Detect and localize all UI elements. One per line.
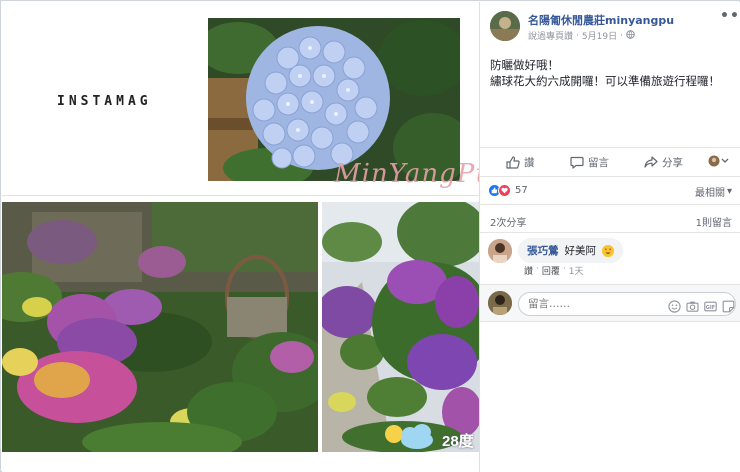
screenshot-frame: INSTAMAG MinYangPu 28度 名陽匍休閒農莊minyangpu … <box>0 0 740 472</box>
more-icon[interactable]: ••• <box>720 8 740 24</box>
camera-icon[interactable] <box>686 298 699 312</box>
comment-composer: GIF <box>480 284 740 322</box>
sun-icon <box>385 425 403 443</box>
reaction-selector[interactable] <box>708 155 730 170</box>
meta-dot: · <box>620 30 623 41</box>
svg-text:GIF: GIF <box>706 305 715 311</box>
comment-sort-menu[interactable]: 最相關 ▾ <box>695 184 732 199</box>
share-button[interactable]: 分享 <box>644 155 683 170</box>
like-button[interactable]: 讚 <box>506 155 535 170</box>
photo-collage[interactable]: INSTAMAG MinYangPu 28度 <box>2 2 479 472</box>
instamag-logo: INSTAMAG <box>57 94 152 109</box>
divider <box>480 204 740 205</box>
page-avatar[interactable] <box>490 11 520 41</box>
comment-icon <box>570 156 584 169</box>
comment-count[interactable]: 1則留言 <box>696 214 732 229</box>
watermark: MinYangPu <box>334 159 479 189</box>
comment-bubble: 張巧鶯 好美阿 <box>518 238 623 263</box>
comment-reply-link[interactable]: 回覆 <box>542 264 560 277</box>
emoji-icon[interactable] <box>668 298 681 313</box>
post-date[interactable]: 5月19日 <box>582 29 617 42</box>
divider <box>480 232 740 233</box>
commenter-name[interactable]: 張巧鶯 <box>527 243 559 258</box>
meta-dot: · <box>576 30 579 41</box>
post-text-line: 防曬做好哦！ <box>490 58 559 72</box>
meta-dot: · <box>562 264 566 274</box>
sort-label: 最相關 <box>694 188 725 199</box>
share-label: 分享 <box>662 157 683 169</box>
like-label: 讚 <box>524 157 535 169</box>
love-reaction-icon <box>498 184 511 197</box>
comment-text: 好美阿 <box>564 245 597 257</box>
garden-hydrangea-photo[interactable] <box>2 202 318 452</box>
reaction-selector-icon <box>708 155 730 170</box>
path-hydrangea-photo[interactable] <box>322 202 479 452</box>
reaction-count: 57 <box>515 185 528 196</box>
share-count[interactable]: 2次分享 <box>490 214 526 229</box>
current-user-avatar[interactable] <box>488 291 512 315</box>
meta-prefix[interactable]: 說過專頁讚 <box>528 29 573 42</box>
comment-label: 留言 <box>588 157 609 169</box>
meta-dot: · <box>536 264 539 274</box>
comment-like-link[interactable]: 讚 <box>524 264 533 277</box>
caret-down-icon: ▾ <box>726 186 732 197</box>
comment-time[interactable]: 1天 <box>569 264 584 277</box>
collage-divider <box>2 195 479 196</box>
share-icon <box>644 156 658 168</box>
post-body: 防曬做好哦！ 繡球花大約六成開囉！可以準備旅遊行程囉！ <box>490 57 720 89</box>
composer-icons: GIF <box>668 298 735 313</box>
action-bar: 讚 留言 分享 <box>480 147 740 177</box>
blue-hydrangea-photo[interactable] <box>208 18 460 181</box>
comment-actions: 讚 · 回覆 · 1天 <box>524 264 584 277</box>
gif-icon[interactable]: GIF <box>704 298 717 312</box>
weather-temperature: 28度 <box>442 433 474 450</box>
post-panel: 名陽匍休閒農莊minyangpu 說過專頁讚 · 5月19日 · ••• 防曬做… <box>479 2 740 472</box>
heart-eyes-emoji-icon <box>602 244 614 257</box>
post-meta: 說過專頁讚 · 5月19日 · <box>528 29 635 42</box>
comment-button[interactable]: 留言 <box>570 155 609 170</box>
like-icon <box>506 156 520 169</box>
reaction-summary[interactable]: 57 <box>488 184 528 197</box>
post-text-line: 繡球花大約六成開囉！可以準備旅遊行程囉！ <box>490 74 720 88</box>
commenter-avatar[interactable] <box>488 239 512 263</box>
page-name-link[interactable]: 名陽匍休閒農莊minyangpu <box>528 12 674 28</box>
globe-icon <box>626 29 635 42</box>
sticker-icon[interactable] <box>722 298 735 313</box>
